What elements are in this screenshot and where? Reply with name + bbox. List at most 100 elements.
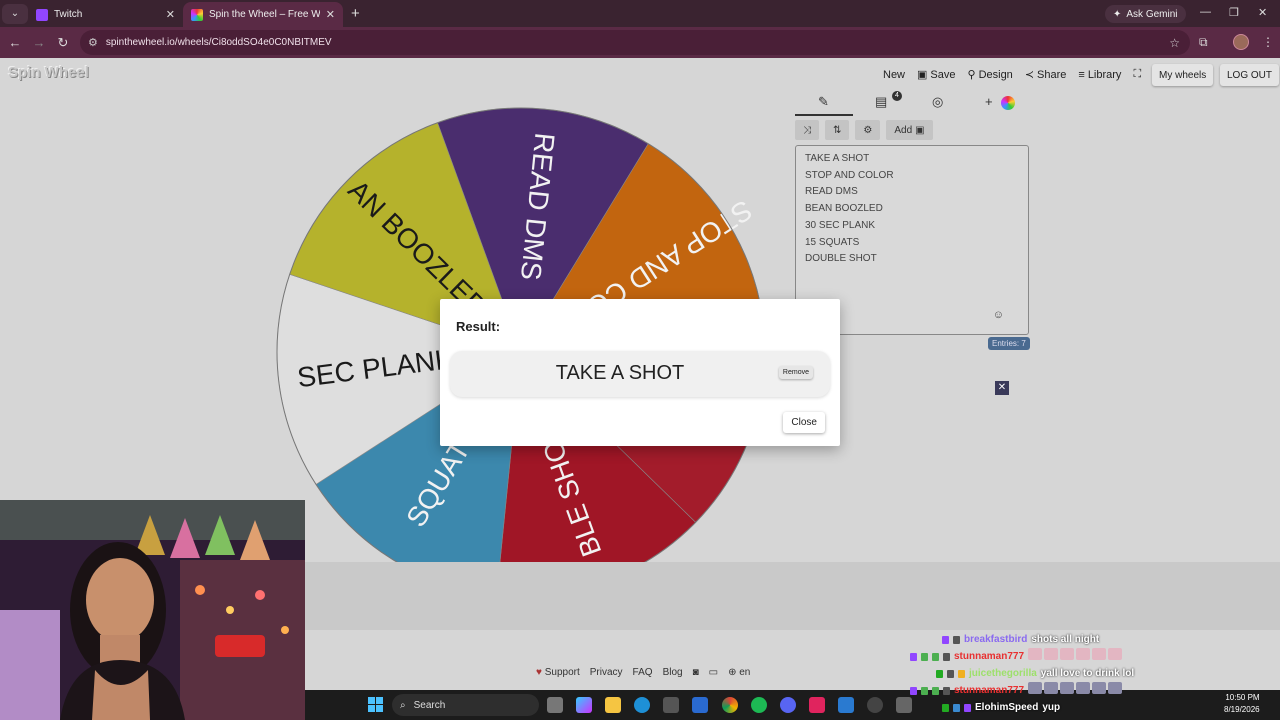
site-info-icon[interactable]: ⚙	[88, 36, 98, 49]
windows-start-icon[interactable]	[368, 697, 383, 712]
tiktok-icon[interactable]	[809, 697, 825, 713]
my-wheels-button[interactable]: My wheels	[1152, 64, 1214, 86]
close-tab-icon[interactable]: ✕	[326, 8, 335, 21]
edge-icon[interactable]	[634, 697, 650, 713]
browser-tabbar: ⌄ Twitch ✕ Spin the Wheel – Free Wheel S…	[0, 0, 1280, 28]
badge-icon	[964, 703, 971, 712]
close-button[interactable]: Close	[783, 412, 825, 433]
settings-button[interactable]: ⚙	[855, 120, 881, 140]
results-clipboard-icon[interactable]: ▤	[875, 94, 887, 110]
reload-icon[interactable]: ↻	[51, 35, 75, 51]
tab-spin-the-wheel[interactable]: Spin the Wheel – Free Wheel Sp ✕	[183, 1, 343, 28]
shuffle-button[interactable]: ⤨	[795, 120, 819, 140]
add-image-button[interactable]: Add ▣	[886, 120, 933, 140]
obs-icon[interactable]	[867, 697, 883, 713]
site-footer	[305, 562, 1280, 630]
profile-avatar[interactable]	[1233, 34, 1249, 50]
add-wheel-plus-icon[interactable]: +	[985, 94, 993, 109]
ask-gemini-button[interactable]: ✦ Ask Gemini	[1105, 5, 1186, 23]
emote-icon	[1060, 647, 1075, 660]
chat-username: breakfastbird	[964, 634, 1028, 645]
back-icon[interactable]: ←	[3, 35, 27, 50]
emote-icon	[1092, 681, 1107, 694]
hide-eye-icon[interactable]: ◎	[932, 94, 943, 110]
site-logo[interactable]: Spin Wheel	[8, 64, 89, 81]
app-icon[interactable]	[838, 697, 854, 713]
gemini-icon: ✦	[1113, 8, 1122, 20]
entry-line: BEAN BOOZLED	[805, 203, 883, 215]
add-label: Add	[894, 124, 913, 136]
color-wheel-icon[interactable]	[1001, 96, 1015, 110]
support-link[interactable]: ♥ Support	[536, 667, 580, 678]
badge-icon	[947, 669, 954, 678]
emoji-icon[interactable]: ☺	[993, 307, 1004, 324]
share-icon: ≺	[1024, 69, 1035, 81]
entries-toolbar: ⤨ ⇅ ⚙ Add ▣	[795, 120, 933, 140]
close-window-icon[interactable]: ✕	[1258, 6, 1267, 19]
discord-taskbar-icon[interactable]	[780, 697, 796, 713]
tab-twitch[interactable]: Twitch ✕	[28, 2, 183, 28]
design-button[interactable]: ⚲ Design	[967, 68, 1013, 82]
bookmark-star-icon[interactable]: ☆	[1169, 36, 1180, 50]
minimize-icon[interactable]: —	[1200, 6, 1211, 18]
emote-icon	[1108, 647, 1123, 660]
edit-pencil-icon[interactable]: ✎	[818, 94, 829, 110]
twitch-link-icon[interactable]: ▭	[709, 667, 718, 678]
badge-icon	[932, 686, 939, 695]
menu-icon[interactable]: ⋮	[1262, 35, 1274, 49]
chat-message: ElohimSpeed yup	[942, 699, 1270, 716]
chrome-icon[interactable]	[722, 697, 738, 713]
restore-icon[interactable]: ❐	[1229, 6, 1239, 19]
chat-text: shots all night	[1031, 634, 1100, 645]
globe-icon: ⊕	[728, 667, 737, 678]
logout-button[interactable]: LOG OUT	[1220, 64, 1280, 86]
extensions-icon[interactable]: ⧉	[1199, 35, 1208, 50]
emote-icon	[1076, 681, 1091, 694]
results-count-badge: 4	[892, 91, 902, 101]
tab-title: Twitch	[54, 9, 83, 20]
emote-icon	[1044, 681, 1059, 694]
badge-icon	[936, 669, 943, 678]
language-selector[interactable]: ⊕ en	[728, 667, 750, 678]
remove-button[interactable]: Remove	[778, 366, 813, 379]
sort-button[interactable]: ⇅	[825, 120, 850, 140]
badge-icon	[932, 652, 939, 661]
taskbar-search[interactable]: ⌕ Search	[392, 694, 539, 716]
file-explorer-icon[interactable]	[605, 697, 621, 713]
entry-line: 15 SQUATS	[805, 236, 860, 248]
blog-link[interactable]: Blog	[663, 667, 683, 678]
task-view-icon[interactable]	[547, 697, 563, 713]
mail-icon[interactable]	[692, 697, 708, 713]
library-button[interactable]: ≡ Library	[1078, 69, 1121, 81]
badge-icon	[942, 635, 949, 644]
close-tab-icon[interactable]: ✕	[166, 8, 175, 21]
store-icon[interactable]	[663, 697, 679, 713]
save-button[interactable]: ▣ Save	[917, 68, 955, 82]
footer-links: ♥ Support Privacy FAQ Blog ◙ ▭ ⊕ en	[536, 667, 750, 678]
tab-title: Spin the Wheel – Free Wheel Sp	[209, 9, 320, 20]
design-label: Design	[978, 68, 1013, 81]
fullscreen-icon[interactable]: ⛶	[1133, 68, 1141, 81]
forward-icon[interactable]: →	[27, 35, 51, 50]
copilot-icon[interactable]	[576, 697, 592, 713]
spotify-icon[interactable]	[751, 697, 767, 713]
url-text: spinthewheel.io/wheels/Ci8oddSO4e0C0NBIT…	[105, 37, 332, 48]
twitch-icon	[36, 8, 48, 21]
emote-icon	[1092, 647, 1107, 660]
chat-message: stunnaman777	[910, 647, 1270, 665]
address-bar[interactable]: ⚙ spinthewheel.io/wheels/Ci8oddSO4e0C0NB…	[80, 30, 1190, 55]
privacy-link[interactable]: Privacy	[590, 667, 623, 678]
close-ad-icon[interactable]: ✕	[995, 381, 1009, 395]
share-button[interactable]: ≺ Share	[1024, 68, 1067, 82]
heart-icon: ♥	[536, 667, 542, 678]
new-tab-icon[interactable]: +	[351, 5, 360, 22]
new-button[interactable]: New	[883, 69, 905, 81]
tab-search-chevron-icon[interactable]: ⌄	[2, 3, 28, 24]
discord-icon[interactable]: ◙	[693, 667, 699, 678]
design-icon: ⚲	[967, 69, 976, 81]
faq-link[interactable]: FAQ	[633, 667, 653, 678]
badge-icon	[910, 686, 917, 695]
emote-icon	[1028, 681, 1043, 694]
badge-icon	[921, 652, 928, 661]
entries-count-badge: Entries: 7	[988, 337, 1030, 350]
